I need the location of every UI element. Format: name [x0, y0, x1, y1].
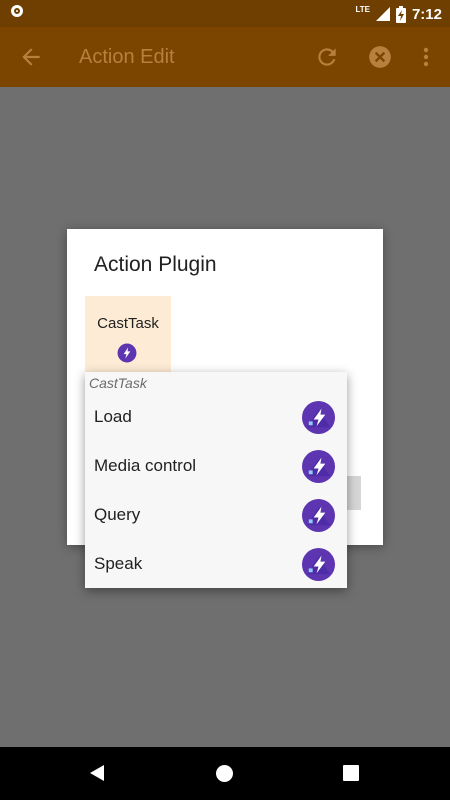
cancel-icon[interactable]	[367, 44, 393, 70]
more-vert-icon[interactable]	[415, 44, 441, 70]
menu-item-label: Media control	[94, 456, 197, 475]
plugin-icon	[301, 400, 336, 435]
menu-item-label: Load	[94, 407, 132, 426]
dialog-title: Action Plugin	[94, 253, 217, 276]
plugin-action-menu: CastTask Load Media control Query Speak	[85, 372, 347, 588]
nav-recents-icon[interactable]	[343, 765, 359, 781]
page-title: Action Edit	[79, 46, 175, 68]
signal-icon	[375, 7, 390, 21]
dialog-obscured-control	[345, 476, 361, 510]
status-icons: LTE 7:12	[355, 4, 442, 24]
plugin-icon	[301, 498, 336, 533]
clock: 7:12	[411, 5, 442, 23]
menu-item-query[interactable]: Query	[85, 491, 347, 540]
plugin-icon	[117, 343, 137, 363]
app-bar: Action Edit	[0, 27, 450, 87]
undo-icon[interactable]	[314, 44, 340, 70]
network-type-label: LTE	[355, 5, 370, 14]
menu-item-label: Speak	[94, 554, 143, 573]
status-bar: LTE 7:12	[0, 0, 450, 27]
menu-item-label: Query	[94, 505, 141, 524]
battery-icon	[395, 5, 406, 23]
plugin-tile-label: CastTask	[97, 315, 159, 332]
nav-back-icon[interactable]	[88, 764, 106, 787]
menu-header: CastTask	[89, 375, 147, 391]
menu-item-speak[interactable]: Speak	[85, 540, 347, 589]
plugin-tile-casttask[interactable]: CastTask	[85, 296, 171, 382]
menu-item-media-control[interactable]: Media control	[85, 442, 347, 491]
system-nav-bar	[0, 747, 450, 800]
plugin-icon	[301, 547, 336, 582]
notification-icon	[11, 5, 23, 17]
plugin-icon	[301, 449, 336, 484]
nav-home-icon[interactable]	[216, 765, 233, 782]
menu-item-load[interactable]: Load	[85, 393, 347, 442]
back-arrow-icon[interactable]	[18, 44, 44, 70]
